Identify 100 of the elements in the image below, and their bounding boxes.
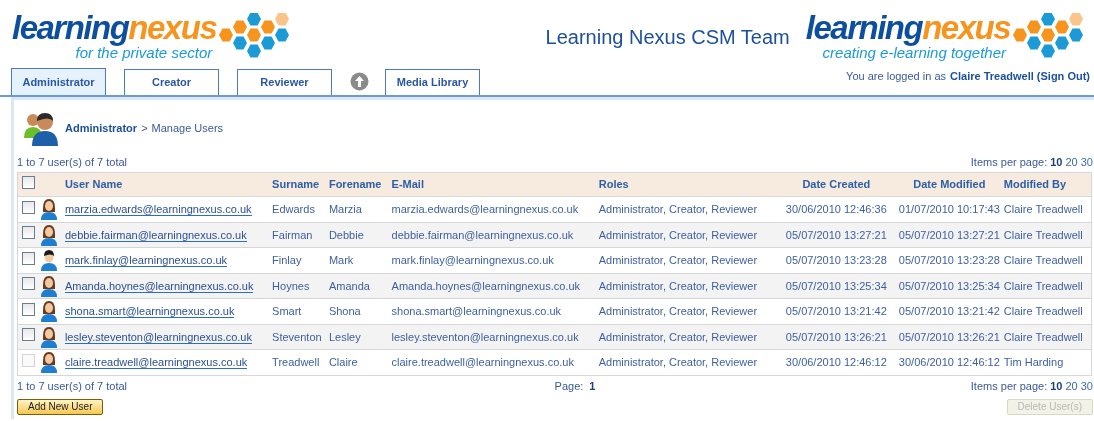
login-status-text: You are logged in as	[846, 69, 946, 84]
table-cell: Claire Treadwell	[1003, 228, 1083, 241]
row-checkbox[interactable]	[22, 200, 35, 214]
table-cell: Administrator, Creator, Reviewer	[598, 356, 758, 368]
table-cell: 05/07/2010 13:26:21	[898, 330, 1000, 343]
table-cell: shona.smart@learningnexus.co.uk	[391, 305, 562, 317]
table-cell: Administrator, Creator, Reviewer	[598, 279, 758, 292]
user-count-text: 1 to 7 user(s) of 7 total	[17, 379, 129, 395]
username-link[interactable]: Amanda.hoynes@learningnexus.co.uk	[64, 279, 254, 293]
row-checkbox[interactable]	[22, 251, 35, 265]
learning-nexus-logo: learningnexus	[12, 12, 217, 44]
nav-tab[interactable]: Administrator	[11, 68, 106, 95]
page-size-link[interactable]: 30	[1080, 153, 1093, 171]
column-header: Date Modified	[913, 178, 986, 191]
table-cell: Debbie	[328, 228, 364, 241]
woman-avatar-icon	[40, 198, 59, 221]
page-size-link[interactable]: 10	[1050, 153, 1063, 171]
table-cell: Administrator, Creator, Reviewer	[598, 254, 758, 266]
table-cell: Smart	[272, 305, 302, 317]
site-title: Learning Nexus CSM Team	[545, 25, 790, 50]
table-cell: 01/07/2010 10:17:43	[898, 203, 1000, 215]
table-cell: Claire Treadwell	[1003, 279, 1083, 292]
table-cell: Finlay	[272, 254, 302, 266]
table-cell: Administrator, Creator, Reviewer	[598, 330, 758, 343]
column-header: Forename	[328, 178, 382, 191]
username-link[interactable]: debbie.fairman@learningnexus.co.uk	[64, 228, 247, 242]
column-header: Roles	[598, 178, 629, 191]
table-cell: Hoynes	[272, 279, 310, 292]
table-cell: Tim Harding	[1003, 356, 1064, 368]
table-cell: 05/07/2010 13:23:28	[898, 254, 1000, 266]
items-per-page-label: Items per page:	[970, 379, 1048, 395]
action-button[interactable]: Add New User	[17, 398, 104, 415]
row-checkbox[interactable]	[22, 302, 35, 316]
table-cell: 30/06/2010 12:46:36	[785, 203, 887, 215]
table-cell: 30/06/2010 12:46:12	[785, 356, 887, 368]
table-cell: claire.treadwell@learningnexus.co.uk	[391, 356, 574, 368]
table-cell: Edwards	[272, 203, 315, 215]
learning-nexus-logo: learningnexus	[805, 12, 1010, 44]
table-cell: Claire Treadwell	[1003, 203, 1083, 215]
table-cell: 05/07/2010 13:23:28	[785, 254, 887, 266]
table-cell: Lesley	[328, 330, 361, 343]
table-cell: mark.finlay@learningnexus.co.uk	[391, 254, 554, 266]
nav-tab[interactable]: Creator	[124, 69, 219, 95]
table-cell: Claire Treadwell	[1003, 305, 1083, 317]
user-sign-out-link[interactable]: Claire Treadwell (Sign Out)	[950, 68, 1090, 85]
woman-avatar-icon	[40, 351, 59, 374]
nav-tab[interactable]: Reviewer	[237, 69, 332, 95]
table-cell: Steventon	[272, 330, 322, 343]
table-cell: 05/07/2010 13:25:34	[898, 279, 1000, 292]
username-link[interactable]: lesley.steventon@learningnexus.co.uk	[64, 330, 252, 344]
page-size-link[interactable]: 10	[1050, 378, 1063, 395]
page-size-link[interactable]: 20	[1065, 378, 1078, 395]
table-cell: Marzia	[328, 203, 362, 215]
table-cell: 05/07/2010 13:25:34	[785, 279, 887, 292]
items-per-page-label: Items per page:	[970, 154, 1048, 170]
nav-tab[interactable]: Media Library	[385, 69, 480, 95]
breadcrumb-current: Manage Users	[151, 120, 224, 136]
username-link[interactable]: shona.smart@learningnexus.co.uk	[64, 305, 235, 318]
page-size-link[interactable]: 30	[1080, 378, 1093, 395]
table-cell: 05/07/2010 13:26:21	[785, 330, 887, 343]
table-cell: Amanda	[328, 279, 370, 292]
username-link[interactable]: marzia.edwards@learningnexus.co.uk	[64, 203, 252, 216]
column-header: E-Mail	[391, 178, 424, 191]
woman-avatar-icon	[40, 300, 59, 323]
table-cell: Claire Treadwell	[1003, 330, 1083, 343]
table-cell: debbie.fairman@learningnexus.co.uk	[391, 228, 574, 241]
table-cell: 05/07/2010 13:21:42	[898, 305, 1000, 317]
username-link[interactable]: mark.finlay@learningnexus.co.uk	[64, 254, 228, 267]
row-checkbox[interactable]	[22, 277, 35, 290]
woman-avatar-icon	[40, 274, 59, 297]
row-checkbox[interactable]	[22, 226, 35, 239]
breadcrumb-link[interactable]: Administrator	[65, 119, 138, 137]
table-cell: Claire	[328, 356, 358, 368]
table-cell: 05/07/2010 13:27:21	[785, 228, 887, 241]
column-header: Modified By	[1003, 178, 1067, 191]
table-cell: Treadwell	[272, 356, 320, 368]
page-number-link[interactable]: 1	[589, 378, 596, 395]
table-cell: Administrator, Creator, Reviewer	[598, 305, 758, 317]
table-cell: Shona	[328, 305, 361, 317]
page-label: Page:	[554, 379, 584, 395]
table-cell: Administrator, Creator, Reviewer	[598, 203, 758, 215]
table-cell: lesley.steventon@learningnexus.co.uk	[391, 330, 579, 343]
column-header: Date Created	[802, 178, 871, 191]
table-cell: 30/06/2010 12:46:12	[898, 356, 1000, 368]
table-cell: Administrator, Creator, Reviewer	[598, 228, 758, 241]
table-cell: Amanda.hoynes@learningnexus.co.uk	[391, 279, 581, 292]
table-cell: marzia.edwards@learningnexus.co.uk	[391, 203, 579, 215]
user-count-text: 1 to 7 user(s) of 7 total	[17, 154, 128, 170]
page-size-link[interactable]: 20	[1065, 153, 1078, 171]
woman-avatar-icon	[40, 325, 59, 348]
users-icon	[23, 110, 59, 146]
column-header: User Name	[64, 178, 123, 191]
table-cell: Claire Treadwell	[1003, 254, 1083, 266]
table-cell: 05/07/2010 13:27:21	[898, 228, 1000, 241]
select-all-checkbox[interactable]	[22, 175, 35, 189]
breadcrumb-separator: >	[141, 120, 148, 136]
table-cell: Fairman	[272, 228, 313, 241]
column-header: Surname	[272, 178, 320, 191]
woman-avatar-icon	[40, 223, 59, 246]
row-checkbox[interactable]	[22, 328, 35, 341]
